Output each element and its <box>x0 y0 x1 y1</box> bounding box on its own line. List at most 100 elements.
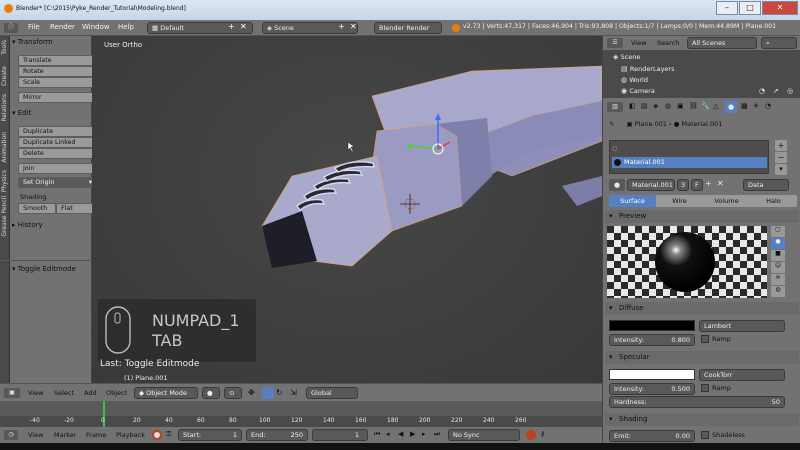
history-panel-header[interactable]: ▸ History <box>12 221 43 229</box>
modifiers-tab-icon[interactable]: 🔧 <box>701 102 710 110</box>
3d-viewport[interactable]: User Ortho NUMPAD_1 TAB Last: Toggle Edi… <box>92 36 602 383</box>
material-slot-list[interactable]: ◌ Material.001 <box>609 140 769 174</box>
select-arrow-icon[interactable]: ➚ <box>773 87 779 95</box>
material-browse-icon[interactable]: ● <box>609 179 625 191</box>
current-frame-field[interactable]: 1 <box>312 429 368 441</box>
display-mode-select[interactable]: All Scenes <box>687 37 757 49</box>
specular-shader-select[interactable]: CookTorr <box>699 369 785 381</box>
shading-panel-header[interactable]: Shading <box>605 413 799 426</box>
edit-panel-header[interactable]: ▾ Edit <box>12 109 31 117</box>
menu-frame[interactable]: Frame <box>86 431 106 439</box>
outliner-item-scene[interactable]: ◈ Scene <box>613 53 640 61</box>
rotate-manipulator-icon[interactable]: ↻ <box>276 388 283 397</box>
translate-button[interactable]: Translate <box>18 55 96 66</box>
sky-preview-icon[interactable]: ◍ <box>771 286 785 297</box>
diffuse-panel-header[interactable]: Diffuse <box>605 302 799 315</box>
physics-tab-icon[interactable]: ◔ <box>765 102 771 110</box>
hardness-field[interactable]: Hardness: 50 <box>609 396 785 408</box>
tab-tools[interactable]: Tools <box>1 40 8 55</box>
scene-tab-icon[interactable]: ◈ <box>653 102 658 110</box>
scene-remove-icon[interactable]: ✕ <box>350 22 357 31</box>
editor-type-icon[interactable]: ▣ <box>4 388 20 398</box>
tab-halo[interactable]: Halo <box>750 195 797 207</box>
menu-marker[interactable]: Marker <box>54 431 76 439</box>
world-tab-icon[interactable]: ◍ <box>665 102 671 110</box>
timeline[interactable]: -40 -20 0 20 40 60 80 100 120 140 160 18… <box>0 401 602 427</box>
pivot-select[interactable]: ⊙ <box>224 387 242 399</box>
specular-intensity-field[interactable]: Intensity: 0.500 <box>609 383 695 395</box>
users-count[interactable]: 3 <box>677 179 689 191</box>
start-frame-field[interactable]: Start: 1 <box>178 429 242 441</box>
preview-panel-header[interactable]: Preview <box>605 210 799 223</box>
hair-preview-icon[interactable]: ≋ <box>771 274 785 285</box>
pin-icon[interactable]: ✎ <box>609 120 617 128</box>
tab-physics[interactable]: Physics <box>1 170 8 192</box>
outliner-item-world[interactable]: ◍ World <box>621 76 648 84</box>
manipulator-toggle-icon[interactable]: ✥ <box>248 388 255 397</box>
menu-render[interactable]: Render <box>50 23 75 31</box>
play-icon[interactable]: ▶ <box>410 430 415 438</box>
keyframe-type-icon[interactable]: ⚷ <box>540 430 545 438</box>
scene-add-icon[interactable]: + <box>338 22 345 31</box>
tab-animation[interactable]: Animation <box>1 132 8 163</box>
jump-start-icon[interactable]: ⏮ <box>374 430 380 439</box>
menu-view[interactable]: View <box>631 39 646 47</box>
new-material-icon[interactable]: + <box>705 179 712 188</box>
transform-panel-header[interactable]: ▾ Transform <box>12 38 53 46</box>
diffuse-intensity-field[interactable]: Intensity: 0.800 <box>609 334 695 346</box>
diffuse-color-swatch[interactable] <box>609 320 695 331</box>
material-name-field[interactable]: Material.001 <box>627 179 675 191</box>
record-icon[interactable] <box>152 430 162 440</box>
menu-add[interactable]: Add <box>84 389 97 397</box>
tab-wire[interactable]: Wire <box>656 195 703 207</box>
outliner-search-input[interactable]: ⌕ <box>761 37 797 49</box>
smooth-button[interactable]: Smooth <box>18 203 56 214</box>
close-button[interactable]: ✕ <box>762 1 798 15</box>
tab-grease-pencil[interactable]: Grease Pencil <box>1 196 8 237</box>
specular-panel-header[interactable]: Specular <box>605 351 799 364</box>
render-tab-icon[interactable]: ◧ <box>629 102 636 110</box>
fake-user-toggle[interactable]: F <box>691 179 703 191</box>
maximize-button[interactable]: □ <box>739 1 761 15</box>
tab-volume[interactable]: Volume <box>703 195 750 207</box>
menu-view[interactable]: View <box>28 389 43 397</box>
properties-editor-icon[interactable]: ▥ <box>607 102 623 112</box>
visibility-eye-icon[interactable]: ◔ <box>759 87 765 95</box>
flat-button[interactable]: Flat <box>56 203 94 214</box>
operator-panel-header[interactable]: ▾ Toggle Editmode <box>12 265 76 273</box>
menu-search[interactable]: Search <box>657 39 679 47</box>
keying-set-icon[interactable]: ⚿ <box>166 430 171 439</box>
unlink-icon[interactable]: ✕ <box>717 179 724 188</box>
play-reverse-icon[interactable]: ◀ <box>398 430 403 438</box>
constraints-tab-icon[interactable]: ⛓ <box>689 102 698 110</box>
minimize-button[interactable]: – <box>716 1 738 15</box>
texture-tab-icon[interactable]: ▩ <box>741 102 748 110</box>
join-button[interactable]: Join <box>18 163 96 174</box>
particles-tab-icon[interactable]: ✳ <box>753 102 759 110</box>
layout-add-icon[interactable]: + <box>228 22 235 31</box>
diffuse-ramp-checkbox[interactable]: Ramp <box>701 335 731 343</box>
material-slot-item[interactable]: Material.001 <box>612 157 767 168</box>
duplicate-button[interactable]: Duplicate <box>18 126 96 137</box>
mode-select[interactable]: ◆ Object Mode <box>134 387 198 399</box>
shadeless-checkbox[interactable]: Shadeless <box>701 431 745 439</box>
object-tab-icon[interactable]: ▣ <box>677 102 684 110</box>
remove-slot-icon[interactable]: − <box>775 152 787 163</box>
scale-button[interactable]: Scale <box>18 77 96 88</box>
shading-select[interactable]: ● <box>202 387 220 399</box>
emit-field[interactable]: Emit: 0.00 <box>609 430 695 442</box>
monkey-preview-icon[interactable]: ☺ <box>771 262 785 273</box>
add-slot-icon[interactable]: + <box>775 140 787 151</box>
material-tab-icon[interactable]: ● <box>725 101 737 113</box>
specular-color-swatch[interactable] <box>609 369 695 380</box>
flat-preview-icon[interactable]: ▢ <box>771 226 785 237</box>
link-select[interactable]: Data <box>743 179 789 191</box>
orientation-select[interactable]: Global <box>306 387 358 399</box>
menu-help[interactable]: Help <box>118 23 134 31</box>
sphere-preview-icon[interactable]: ● <box>771 238 785 249</box>
jump-end-icon[interactable]: ⏭ <box>434 430 440 439</box>
scale-manipulator-icon[interactable]: ⇲ <box>290 388 297 397</box>
render-layers-tab-icon[interactable]: ▤ <box>641 102 648 110</box>
menu-playback[interactable]: Playback <box>116 431 145 439</box>
menu-select[interactable]: Select <box>54 389 74 397</box>
